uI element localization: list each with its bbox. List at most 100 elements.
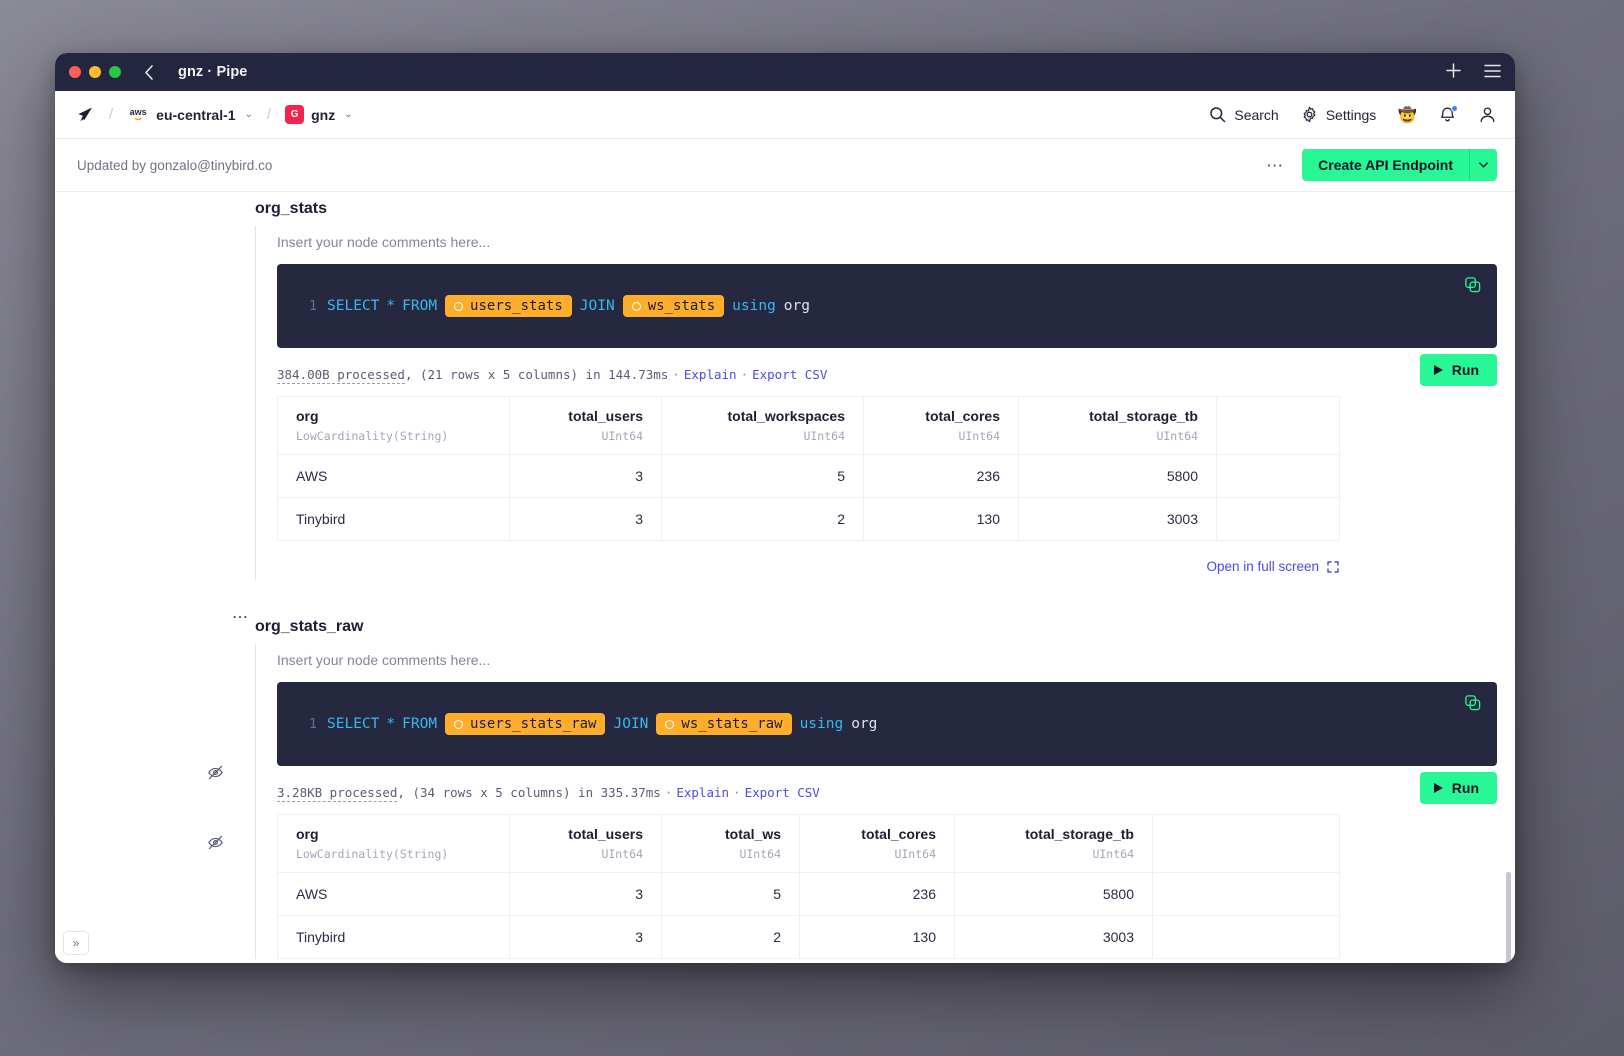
cell-total-ws: 2 (662, 916, 800, 959)
query-stats-detail: , (21 rows x 5 columns) in 144.73ms (405, 367, 668, 382)
updated-by-text: Updated by gonzalo@tinybird.co (77, 158, 272, 173)
notifications-button[interactable] (1439, 106, 1456, 123)
node-title[interactable]: org_stats_raw (255, 618, 364, 636)
minimize-window-button[interactable] (89, 66, 101, 78)
breadcrumb-region[interactable]: aws⌣ eu-central-1 ⌄ (127, 107, 253, 123)
column-header-total-users[interactable]: total_users UInt64 (510, 397, 662, 455)
datasource-pill-ws-stats[interactable]: ws_stats (623, 295, 724, 317)
breadcrumb-separator-1: / (109, 106, 113, 123)
crown-emoji-icon[interactable]: 🤠 (1398, 106, 1417, 124)
column-header-total-storage-tb[interactable]: total_storage_tb UInt64 (1019, 397, 1217, 455)
node-title[interactable]: org_stats (255, 200, 327, 218)
query-stats-text: 384.00B processed, (21 rows x 5 columns)… (277, 367, 827, 382)
node-options-kebab-button[interactable]: ⋯ (232, 610, 250, 626)
expand-sidebar-button[interactable]: » (63, 931, 89, 955)
sql-column-org: org (851, 716, 877, 732)
export-csv-link[interactable]: Export CSV (745, 785, 820, 800)
cell-org: Tinybird (278, 916, 510, 959)
column-type: UInt64 (882, 429, 1000, 443)
processed-bytes: 384.00B processed (277, 367, 405, 384)
column-header-total-storage-tb[interactable]: total_storage_tb UInt64 (955, 815, 1153, 873)
tinybird-rocket-icon[interactable] (75, 105, 95, 125)
settings-button[interactable]: Settings (1301, 106, 1377, 123)
table-header-row: org LowCardinality(String) total_users U… (278, 397, 1340, 455)
cell-org: Tinybird (278, 498, 510, 541)
copy-icon[interactable] (1464, 276, 1481, 293)
desktop-background: gnz · Pipe / aws⌣ eu-central-1 (0, 0, 1624, 1056)
run-query-button[interactable]: Run (1420, 354, 1497, 386)
play-icon (1434, 365, 1443, 375)
plus-icon[interactable] (1445, 62, 1462, 83)
column-type: UInt64 (680, 847, 781, 861)
sql-keyword-from: FROM (402, 716, 437, 732)
stats-separator: · (668, 367, 684, 382)
table-row: Tinybird 3 2 130 3003 (278, 498, 1340, 541)
open-in-full-screen-link[interactable]: Open in full screen (1206, 559, 1339, 574)
sql-keyword-from: FROM (402, 298, 437, 314)
column-header-total-cores[interactable]: total_cores UInt64 (800, 815, 955, 873)
pipe-options-kebab-button[interactable]: ⋯ (1266, 157, 1284, 174)
node-body: Insert your node comments here... 1 SELE… (255, 644, 1497, 959)
stats-separator: · (729, 785, 745, 800)
scrollbar-thumb[interactable] (1506, 872, 1511, 963)
sql-editor[interactable]: 1 SELECT * FROM users_stats_raw JOIN ws_… (277, 682, 1497, 766)
datasource-pill-ws-stats-raw[interactable]: ws_stats_raw (656, 713, 791, 735)
column-header-org[interactable]: org LowCardinality(String) (278, 397, 510, 455)
close-window-button[interactable] (69, 66, 81, 78)
search-button[interactable]: Search (1209, 106, 1278, 123)
column-header-total-workspaces[interactable]: total_workspaces UInt64 (662, 397, 864, 455)
datasource-label: users_stats_raw (470, 716, 596, 732)
datasource-pill-users-stats-raw[interactable]: users_stats_raw (445, 713, 605, 735)
node-comment-placeholder[interactable]: Insert your node comments here... (277, 226, 1497, 264)
sql-editor[interactable]: 1 SELECT * FROM users_stats JOIN ws_stat… (277, 264, 1497, 348)
create-api-endpoint-button[interactable]: Create API Endpoint (1302, 149, 1469, 181)
pipe-scroll-area[interactable]: org_stats Insert your node comments here… (55, 191, 1515, 963)
datasource-label: users_stats (470, 298, 563, 314)
copy-icon[interactable] (1464, 694, 1481, 711)
cell-total-cores: 236 (864, 455, 1019, 498)
column-header-total-users[interactable]: total_users UInt64 (510, 815, 662, 873)
breadcrumb-separator-2: / (267, 106, 271, 123)
breadcrumb-workspace[interactable]: G gnz ⌄ (285, 105, 353, 124)
column-header-total-cores[interactable]: total_cores UInt64 (864, 397, 1019, 455)
export-csv-link[interactable]: Export CSV (752, 367, 827, 382)
pipe-subheader: Updated by gonzalo@tinybird.co ⋯ Create … (55, 139, 1515, 191)
cell-total-storage-tb: 5800 (955, 873, 1153, 916)
explain-link[interactable]: Explain (684, 367, 737, 382)
window-title: gnz · Pipe (178, 64, 247, 80)
explain-link[interactable]: Explain (676, 785, 729, 800)
sql-code-line: SELECT * FROM users_stats JOIN ws_stats … (327, 295, 810, 317)
column-name: org (296, 408, 491, 424)
vertical-scrollbar[interactable] (1506, 342, 1511, 922)
eye-off-icon[interactable] (207, 834, 224, 851)
column-type: LowCardinality(String) (296, 847, 491, 861)
pipe-node-org-stats: org_stats Insert your node comments here… (77, 192, 1497, 580)
user-account-button[interactable] (1478, 105, 1497, 124)
table-row: AWS 3 5 236 5800 (278, 873, 1340, 916)
datasource-ring-icon (454, 720, 463, 729)
column-header-total-ws[interactable]: total_ws UInt64 (662, 815, 800, 873)
chevron-down-icon[interactable]: ⌄ (344, 109, 352, 120)
node-comment-placeholder[interactable]: Insert your node comments here... (277, 644, 1497, 682)
hamburger-menu-icon[interactable] (1484, 62, 1501, 82)
cell-spacer (1153, 873, 1340, 916)
maximize-window-button[interactable] (109, 66, 121, 78)
titlebar-actions (1445, 62, 1501, 83)
datasource-ring-icon (632, 302, 641, 311)
sql-keyword-join: JOIN (613, 716, 648, 732)
run-query-button[interactable]: Run (1420, 772, 1497, 804)
chevron-left-icon[interactable] (143, 64, 154, 81)
chevron-down-icon[interactable]: ⌄ (245, 109, 253, 120)
column-name: total_users (528, 826, 643, 842)
cell-total-cores: 130 (864, 498, 1019, 541)
stats-separator: · (661, 785, 677, 800)
node-header: org_stats_raw (77, 610, 1497, 644)
create-api-endpoint-dropdown-button[interactable] (1469, 149, 1497, 181)
column-header-org[interactable]: org LowCardinality(String) (278, 815, 510, 873)
cell-total-users: 3 (510, 916, 662, 959)
cell-total-workspaces: 5 (662, 455, 864, 498)
query-stats-detail: , (34 rows x 5 columns) in 335.37ms (397, 785, 660, 800)
line-number: 1 (277, 299, 327, 314)
datasource-pill-users-stats[interactable]: users_stats (445, 295, 572, 317)
eye-off-icon[interactable] (207, 764, 224, 781)
